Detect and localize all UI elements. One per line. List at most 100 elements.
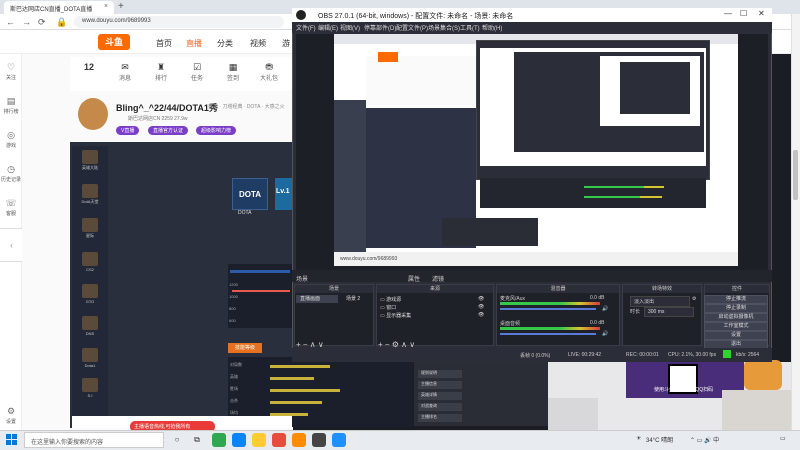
filters-button[interactable]: 滤镜: [432, 274, 444, 283]
menu-item[interactable]: 英雄详情: [418, 392, 462, 400]
virtual-camera-button[interactable]: 启动虚拟摄像机: [704, 313, 768, 322]
forward-icon[interactable]: →: [22, 17, 31, 27]
side-game-item[interactable]: 英雄大陆: [76, 150, 104, 171]
streamer-avatar[interactable]: [78, 98, 108, 130]
menu-tools[interactable]: 工具(T): [460, 23, 480, 32]
eye-icon[interactable]: 👁: [478, 312, 484, 318]
row-bar: [270, 365, 330, 368]
page-scrollbar[interactable]: [791, 14, 800, 430]
scene-item[interactable]: 直播画面: [296, 295, 338, 303]
side-game-item[interactable]: DotA天堂: [76, 184, 104, 205]
close-icon[interactable]: ×: [104, 3, 108, 10]
menu-edit[interactable]: 编辑(E): [318, 23, 338, 32]
minimize-icon[interactable]: —: [724, 9, 732, 18]
maximize-icon[interactable]: ☐: [740, 9, 747, 18]
folder-icon[interactable]: [252, 433, 266, 447]
nested-meter: [644, 186, 664, 188]
app-icon[interactable]: [212, 433, 226, 447]
transition-select[interactable]: 淡入淡出: [630, 296, 690, 307]
nav-home[interactable]: 首页: [156, 38, 172, 49]
speaker-icon[interactable]: 🔊: [602, 306, 608, 312]
badge-v[interactable]: V直播: [116, 126, 140, 135]
eye-icon[interactable]: 👁: [478, 296, 484, 302]
badge-official[interactable]: 直播官方认证: [148, 126, 189, 135]
mixer-slider[interactable]: [500, 333, 596, 335]
tray-icons[interactable]: ⌃ ▭ 🔊 中: [690, 435, 719, 444]
taskbar-search[interactable]: 在这里输入你要搜索的内容: [24, 432, 164, 448]
source-item[interactable]: ▭ 游戏源: [380, 296, 401, 303]
eye-icon[interactable]: 👁: [478, 304, 484, 310]
menu-item[interactable]: 主播排名: [418, 414, 462, 422]
rail-item-rank[interactable]: ▤ 排行榜: [0, 96, 22, 115]
rail-label: 关注: [5, 75, 16, 81]
douyu-logo[interactable]: 斗鱼: [98, 34, 130, 50]
app-icon[interactable]: [332, 433, 346, 447]
menu-scene-collection[interactable]: 场景集合(S): [428, 23, 460, 32]
side-game-item[interactable]: DNS: [76, 316, 104, 336]
side-game-item[interactable]: S.I: [76, 378, 104, 398]
rail-item-follow[interactable]: ♡ 关注: [0, 62, 22, 81]
notification-icon[interactable]: ▭: [780, 435, 786, 442]
room-category[interactable]: 英雄 · 刀塔经典 · DOTA · 大感之火: [208, 103, 285, 110]
gear-icon[interactable]: ⚙: [692, 296, 696, 302]
browser-tab[interactable]: 斯巴达网店CN直播_DOTA直播: [4, 1, 114, 14]
reload-icon[interactable]: ⟳: [38, 17, 46, 28]
stat-tasks[interactable]: ☑ 任务: [182, 62, 212, 82]
rail-collapse-button[interactable]: ‹: [0, 228, 24, 262]
menu-item[interactable]: 对战查询: [418, 403, 462, 411]
menu-profile[interactable]: 配置文件(P): [396, 23, 428, 32]
app-icon[interactable]: [272, 433, 286, 447]
menu-help[interactable]: 帮助(H): [482, 23, 502, 32]
weather-icon[interactable]: ☀: [636, 435, 641, 442]
speaker-icon[interactable]: 🔊: [602, 331, 608, 337]
source-item[interactable]: ▭ 窗口: [380, 304, 396, 311]
nav-video[interactable]: 视频: [250, 38, 266, 49]
side-game-item[interactable]: CS2: [76, 252, 104, 272]
stat-messages[interactable]: ✉ 消息: [110, 62, 140, 82]
scroll-thumb[interactable]: [793, 150, 798, 200]
menu-view[interactable]: 视图(V): [340, 23, 360, 32]
nav-live[interactable]: 直播: [186, 38, 202, 49]
badge-influence[interactable]: 超级影响力榜: [196, 126, 237, 135]
properties-button[interactable]: 属性: [408, 274, 420, 283]
nested-meter: [584, 186, 644, 188]
side-game-item[interactable]: 星际: [76, 218, 104, 239]
stat-rank[interactable]: ♜ 排行: [146, 62, 176, 82]
side-game-item[interactable]: Dota1: [76, 348, 104, 368]
skill-level-button[interactable]: 技能等级: [228, 343, 262, 353]
menu-item[interactable]: 规则说明: [418, 370, 462, 378]
obs-taskbar-icon[interactable]: [312, 433, 326, 447]
menu-file[interactable]: 文件(F): [296, 23, 316, 32]
new-tab-icon[interactable]: +: [118, 1, 124, 12]
rail-item-history[interactable]: ◷ 历史记录: [0, 164, 22, 183]
rail-item-game[interactable]: ◎ 游戏: [0, 130, 22, 149]
weather[interactable]: 34°C 晴朗: [646, 435, 673, 444]
rail-item-service[interactable]: ☏ 客服: [0, 198, 22, 217]
stop-streaming-button[interactable]: 停止推流: [704, 295, 768, 304]
settings-button[interactable]: 设置: [704, 331, 768, 340]
url-field[interactable]: www.douyu.com/9689993: [74, 16, 284, 28]
duration-input[interactable]: 300 ms: [644, 307, 694, 317]
close-icon[interactable]: ✕: [758, 9, 765, 18]
mixer-slider[interactable]: [500, 308, 596, 310]
menu-item[interactable]: 主播信息: [418, 381, 462, 389]
menu-docks[interactable]: 停靠部件(D): [364, 23, 396, 32]
studio-mode-button[interactable]: 工作室模式: [704, 322, 768, 331]
windows-start-icon[interactable]: [6, 434, 18, 446]
nav-game[interactable]: 游: [282, 38, 290, 49]
side-game-item[interactable]: GTO: [76, 284, 104, 304]
stat-level[interactable]: 12: [74, 62, 104, 72]
stat-signin[interactable]: ▦ 签到: [218, 62, 248, 82]
edge-icon[interactable]: [232, 433, 246, 447]
task-view-icon[interactable]: ○: [170, 433, 184, 447]
scene-item[interactable]: 场景 2: [342, 295, 372, 303]
task-switch-icon[interactable]: ⧉: [190, 433, 204, 447]
source-item[interactable]: ▭ 显示器采集: [380, 312, 411, 319]
stat-gift[interactable]: ⛃ 大礼包: [254, 62, 284, 82]
nav-category[interactable]: 分类: [217, 38, 233, 49]
app-icon[interactable]: [292, 433, 306, 447]
back-icon[interactable]: ←: [6, 17, 15, 27]
rail-item-settings[interactable]: ⚙ 设置: [0, 406, 22, 425]
dota-card[interactable]: DOTA: [232, 178, 268, 210]
stop-recording-button[interactable]: 停止录制: [704, 304, 768, 313]
